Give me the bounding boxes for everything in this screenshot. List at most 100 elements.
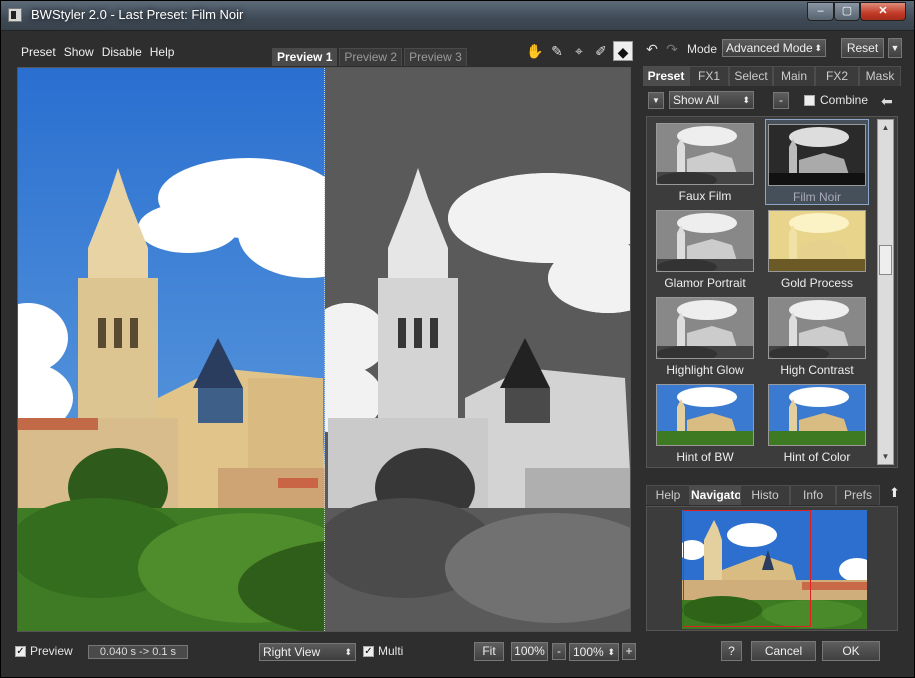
multi-checkbox[interactable]: ✓ [363,646,374,657]
panel-tabs: Preset FX1 Select Main FX2 Mask [643,66,901,86]
title-bar: BWStyler 2.0 - Last Preset: Film Noir – … [1,1,914,31]
app-icon [8,8,22,22]
crosshair-icon[interactable]: ⌖ [569,41,589,61]
right-header: ↶ ↷ Mode Advanced Mode ⬍ Reset ▼ [642,37,904,61]
timing-readout: 0.040 s -> 0.1 s [88,645,188,659]
window-title: BWStyler 2.0 - Last Preset: Film Noir [31,7,244,22]
preview-canvas[interactable] [17,67,631,632]
combine-checkbox[interactable] [804,95,815,106]
eyedropper-icon[interactable]: ✎ [547,41,567,61]
tab-fx2[interactable]: FX2 [815,66,859,86]
preset-label: Hint of BW [676,450,734,464]
tab-main[interactable]: Main [773,66,815,86]
zoom-out-button[interactable]: - [552,643,566,660]
original-image [18,68,325,631]
tab-fx1[interactable]: FX1 [689,66,729,86]
zoom-100-button[interactable]: 100% [511,642,548,661]
collapse-up-icon[interactable]: ⬆ [889,485,900,501]
preset-item[interactable]: Glamor Portrait [653,206,757,292]
tab-info[interactable]: Info [790,485,836,505]
menu-disable[interactable]: Disable [102,45,142,59]
minus-button[interactable]: - [773,92,789,109]
menu-show[interactable]: Show [64,45,94,59]
tab-preview-2[interactable]: Preview 2 [339,48,403,66]
brush-icon[interactable]: ✐ [591,41,611,61]
hand-icon[interactable]: ✋ [525,41,545,61]
preview-label: Preview [30,644,73,658]
scroll-up-icon[interactable]: ▲ [878,120,893,135]
preset-scrollbar[interactable]: ▲ ▼ [877,119,894,465]
preset-label: Gold Process [780,276,854,290]
zoom-in-button[interactable]: + [622,643,636,660]
split-view-icon[interactable]: ◆ [613,41,633,61]
tool-bar: ✋ ✎ ⌖ ✐ ◆ [525,41,633,61]
ok-button[interactable]: OK [822,641,880,661]
filter-select[interactable]: Show All ⬍ [669,91,754,109]
menu-help[interactable]: Help [150,45,175,59]
preset-label: Highlight Glow [666,363,744,377]
split-line[interactable] [324,68,325,631]
menu-dropdown-icon[interactable]: ▼ [648,92,664,109]
preset-label: Faux Film [678,189,732,203]
preset-thumbnail [768,384,866,446]
view-value: Right View [263,645,321,659]
preset-label: High Contrast [780,363,854,377]
filter-value: Show All [673,93,720,107]
combine-label: Combine [820,93,869,107]
help-button[interactable]: ? [721,641,742,661]
preset-item[interactable]: Gold Process [765,206,869,292]
mode-value: Advanced Mode [726,41,813,55]
tab-preview-3[interactable]: Preview 3 [404,48,467,66]
info-tabs: Help Navigato Histo Info Prefs [646,485,880,505]
preset-thumbnail [656,384,754,446]
tab-preset[interactable]: Preset [643,66,689,86]
app-window: BWStyler 2.0 - Last Preset: Film Noir – … [0,0,915,678]
tab-help[interactable]: Help [646,485,690,505]
tab-navigator[interactable]: Navigato [690,485,742,505]
preset-item[interactable]: High Contrast [765,293,869,379]
navigator-view-rect[interactable] [683,510,811,627]
scroll-thumb[interactable] [879,245,892,275]
preset-thumbnail [768,210,866,272]
processed-image [325,68,630,631]
reset-button[interactable]: Reset [841,38,884,58]
updown-icon: ⬍ [814,43,822,53]
cancel-button[interactable]: Cancel [751,641,816,661]
preset-label: Glamor Portrait [664,276,746,290]
tab-mask[interactable]: Mask [859,66,901,86]
preset-item[interactable]: Faux Film [653,119,757,205]
back-arrow-icon[interactable]: ⬅ [881,93,893,110]
undo-icon[interactable]: ↶ [644,41,660,57]
scroll-down-icon[interactable]: ▼ [878,449,893,464]
preset-item[interactable]: Highlight Glow [653,293,757,379]
maximize-button[interactable]: ▢ [834,2,860,21]
mode-select[interactable]: Advanced Mode ⬍ [722,39,826,57]
fit-button[interactable]: Fit [474,642,504,661]
tab-histo[interactable]: Histo [740,485,790,505]
preset-label: Hint of Color [783,450,851,464]
preset-item[interactable]: Hint of Color [765,380,869,466]
preset-thumbnail [656,297,754,359]
tab-prefs[interactable]: Prefs [836,485,880,505]
preset-label: Film Noir [793,190,841,204]
preview-checkbox[interactable]: ✓ [15,646,26,657]
reset-dropdown-icon[interactable]: ▼ [888,38,902,58]
zoom-value: 100% [573,645,604,659]
zoom-select[interactable]: 100% ⬍ [569,643,619,661]
updown-icon: ⬍ [607,647,615,657]
mode-label: Mode [687,42,718,56]
preset-thumbnail [768,124,866,186]
redo-icon[interactable]: ↷ [664,41,680,57]
close-button[interactable]: ✕ [860,2,906,21]
menu-preset[interactable]: Preset [21,45,56,59]
tab-select[interactable]: Select [729,66,773,86]
preview-tabs: Preview 1 Preview 2 Preview 3 [272,48,469,66]
menu-bar: Preset Show Disable Help [21,45,174,59]
tab-preview-1[interactable]: Preview 1 [272,48,338,66]
preset-item[interactable]: Film Noir [765,119,869,205]
view-select[interactable]: Right View ⬍ [259,643,356,661]
multi-label: Multi [378,644,404,658]
updown-icon: ⬍ [742,95,750,105]
preset-item[interactable]: Hint of BW [653,380,757,466]
minimize-button[interactable]: – [807,2,834,21]
